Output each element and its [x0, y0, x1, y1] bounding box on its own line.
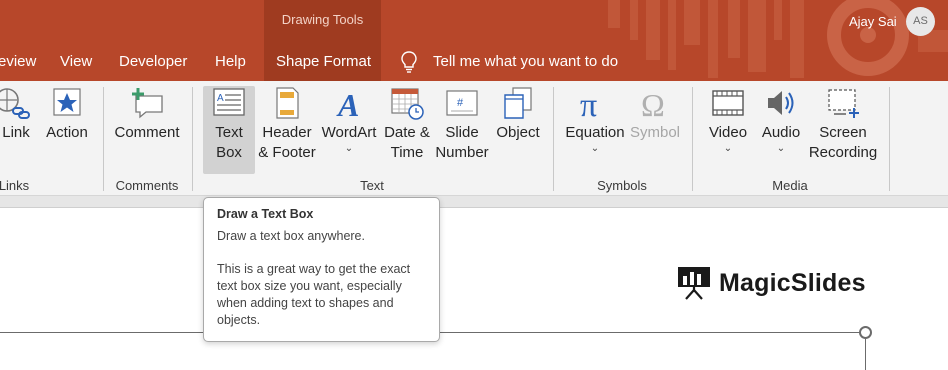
svg-text:#: #	[457, 97, 464, 109]
text-group-label: Text	[360, 178, 384, 193]
tooltip: Draw a Text Box Draw a text box anywhere…	[203, 197, 440, 342]
title-bar: Drawing Tools eview View Developer Help …	[0, 0, 948, 81]
svg-text:Ω: Ω	[641, 87, 665, 120]
presentation-board-icon	[678, 267, 710, 300]
action-button[interactable]: Action	[44, 86, 90, 143]
screen-recording-label-2: Recording	[808, 144, 878, 161]
text-box-label-1: Text	[215, 124, 243, 141]
tooltip-detail-line: objects.	[217, 313, 261, 327]
links-group-label: Links	[0, 178, 30, 193]
group-separator	[889, 87, 890, 191]
wordart-label: WordArt	[321, 124, 377, 141]
header-footer-icon	[276, 87, 299, 119]
tab-review[interactable]: eview	[0, 53, 36, 70]
video-button[interactable]: Video ⌄	[703, 86, 753, 155]
screen-recording-label-1: Screen	[819, 124, 867, 141]
symbol-button[interactable]: Ω Symbol	[628, 86, 682, 143]
slide-number-button[interactable]: # Slide Number	[434, 86, 490, 163]
tab-shape-format[interactable]: Shape Format	[276, 53, 371, 70]
object-button[interactable]: Object	[492, 86, 544, 143]
omega-symbol-icon: Ω	[641, 87, 665, 120]
equation-button[interactable]: π Equation ⌄	[564, 86, 626, 155]
chevron-down-icon: ⌄	[776, 143, 786, 154]
new-comment-icon	[132, 88, 163, 119]
header-footer-label-2: & Footer	[258, 144, 316, 161]
handle-connector	[865, 339, 866, 370]
film-strip-icon	[712, 90, 744, 116]
tab-help[interactable]: Help	[215, 53, 246, 70]
comments-group-label: Comments	[115, 178, 179, 193]
star-action-icon	[53, 88, 81, 116]
group-separator	[553, 87, 554, 191]
object-label: Object	[496, 124, 540, 141]
wordart-icon: A	[336, 87, 359, 120]
object-icon	[504, 87, 532, 119]
calendar-clock-icon	[391, 88, 424, 120]
tooltip-description: Draw a text box anywhere.	[217, 229, 365, 243]
tooltip-detail-line: when adding text to shapes and	[217, 296, 394, 310]
slide-number-icon: #	[446, 90, 478, 116]
screen-recording-button[interactable]: Screen Recording	[806, 86, 880, 163]
screen-recording-icon	[828, 89, 859, 118]
comment-button[interactable]: Comment	[113, 86, 181, 143]
link-icon	[0, 88, 30, 119]
link-label: Link	[2, 124, 30, 141]
audio-button[interactable]: Audio ⌄	[756, 86, 806, 155]
tooltip-detail-line: This is a great way to get the exact	[217, 262, 411, 276]
link-button[interactable]: Link	[0, 86, 36, 143]
symbol-label: Symbol	[629, 124, 681, 141]
wordart-button[interactable]: A WordArt ⌄	[320, 86, 378, 155]
context-group-title: Drawing Tools	[281, 12, 364, 27]
text-box-label-2: Box	[216, 144, 242, 161]
video-label: Video	[708, 124, 748, 141]
user-name[interactable]: Ajay Sai	[849, 14, 897, 29]
logo-text: MagicSlides	[719, 269, 866, 297]
svg-text:π: π	[580, 87, 597, 120]
avatar[interactable]: AS	[906, 7, 935, 36]
tooltip-title: Draw a Text Box	[217, 207, 314, 221]
symbols-group-label: Symbols	[597, 178, 647, 193]
media-group-label: Media	[772, 178, 808, 193]
date-time-label-1: Date &	[384, 124, 430, 141]
pi-equation-icon: π	[580, 87, 597, 120]
tab-view[interactable]: View	[60, 53, 92, 70]
header-footer-label-1: Header	[262, 124, 312, 141]
speaker-icon	[768, 91, 794, 115]
header-footer-button[interactable]: Header & Footer	[256, 86, 318, 163]
text-box-button[interactable]: A Text Box	[203, 86, 255, 174]
slide-number-label-1: Slide	[445, 124, 479, 141]
tab-developer[interactable]: Developer	[119, 53, 187, 70]
lightbulb-icon	[401, 51, 417, 73]
svg-text:A: A	[217, 93, 224, 104]
svg-text:A: A	[336, 87, 359, 120]
text-box-icon: A	[213, 88, 245, 116]
title-decoration	[608, 0, 948, 78]
group-separator	[692, 87, 693, 191]
tooltip-detail-line: text box size you want, especially	[217, 279, 402, 293]
group-separator	[103, 87, 104, 191]
chevron-down-icon: ⌄	[344, 143, 354, 154]
chevron-down-icon: ⌄	[590, 143, 600, 154]
equation-label: Equation	[565, 124, 625, 141]
date-time-button[interactable]: Date & Time	[381, 86, 433, 163]
resize-handle[interactable]	[859, 326, 872, 339]
tell-me-search[interactable]: Tell me what you want to do	[433, 53, 618, 70]
ribbon-collapse-strip	[0, 196, 948, 208]
slide-number-label-2: Number	[435, 144, 489, 161]
group-separator	[192, 87, 193, 191]
chevron-down-icon: ⌄	[723, 143, 733, 154]
comment-label: Comment	[114, 124, 180, 141]
audio-label: Audio	[761, 124, 801, 141]
action-label: Action	[46, 124, 88, 141]
date-time-label-2: Time	[390, 144, 424, 161]
ribbon: Link Action Links Comment Comments A Tex…	[0, 81, 948, 196]
